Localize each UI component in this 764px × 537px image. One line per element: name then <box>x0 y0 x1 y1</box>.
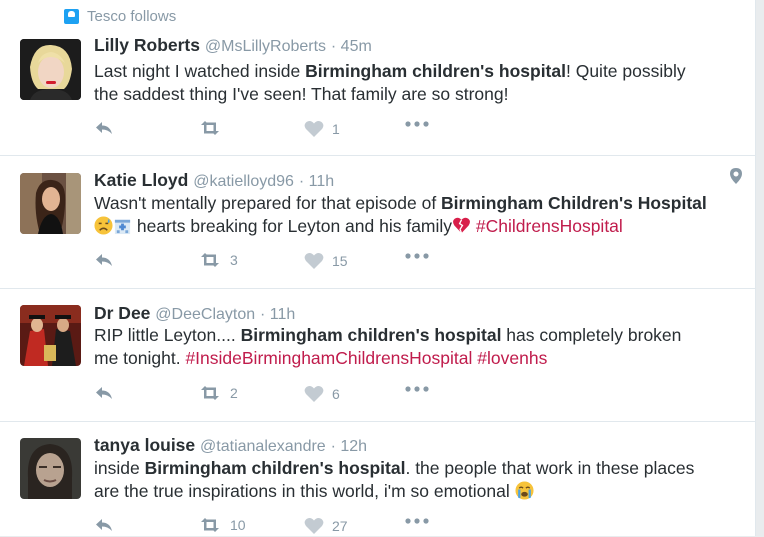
tweet-time[interactable]: · 12h <box>331 438 367 455</box>
like-button[interactable]: 27 <box>304 517 348 535</box>
like-count: 6 <box>332 386 340 402</box>
highlighted-keyword: Birmingham children's hospital <box>240 325 502 345</box>
retweet-count: 10 <box>230 517 246 533</box>
like-count: 15 <box>332 253 348 269</box>
like-button[interactable]: 1 <box>304 120 340 138</box>
more-dots-icon <box>405 386 429 392</box>
avatar[interactable] <box>20 305 81 366</box>
follow-person-icon <box>64 9 79 24</box>
social-context-label: Tesco follows <box>87 8 177 25</box>
reply-icon <box>96 122 112 134</box>
more-button[interactable] <box>404 252 430 260</box>
social-context: Tesco follows <box>64 8 176 25</box>
tweet[interactable]: tanya louise @tatianalexandre · 12h insi… <box>0 422 756 536</box>
author-name[interactable]: Dr Dee <box>94 303 150 323</box>
heart-icon <box>304 253 324 269</box>
tweet-text: Last night I watched inside Birmingham c… <box>94 60 744 106</box>
retweet-button[interactable]: 3 <box>198 252 238 268</box>
avatar[interactable] <box>20 438 81 499</box>
tweet-text-fragment: inside <box>94 458 145 478</box>
author-name[interactable]: Katie Lloyd <box>94 170 188 190</box>
tweet-time[interactable]: · 11h <box>299 173 334 190</box>
disappointed-relieved-emoji <box>94 216 113 236</box>
retweet-icon <box>201 121 219 135</box>
tweet-header: Dr Dee @DeeClayton · 11h <box>94 303 295 324</box>
hashtag-link[interactable]: #ChildrensHospital <box>476 216 623 236</box>
reply-button[interactable] <box>94 385 114 401</box>
reply-icon <box>96 254 112 266</box>
highlighted-keyword: Birmingham children's hospital <box>144 458 406 478</box>
heart-icon <box>304 386 324 402</box>
avatar-tanya-louise <box>20 438 81 499</box>
more-button[interactable] <box>404 120 430 128</box>
avatar-katie-lloyd <box>20 173 81 234</box>
retweet-button[interactable]: 2 <box>198 385 238 401</box>
reply-icon <box>96 519 112 531</box>
tweet-text: inside Birmingham children's hospital. t… <box>94 457 744 503</box>
avatar-lilly-roberts <box>20 39 81 100</box>
tweet-text-fragment: me tonight. <box>94 348 186 368</box>
tweet-header: Katie Lloyd @katielloyd96 · 11h <box>94 170 334 191</box>
retweet-button[interactable]: 10 <box>198 517 246 533</box>
tweet-time[interactable]: · 45m <box>331 38 372 55</box>
more-button[interactable] <box>404 385 430 393</box>
tweet-time[interactable]: · 11h <box>260 306 295 323</box>
tweet-text-fragment: the saddest thing I've seen! That family… <box>94 84 509 104</box>
tweet[interactable]: Tesco follows Lilly Roberts @MsLillyRobe… <box>0 0 756 156</box>
crying-face-emoji <box>515 481 534 501</box>
avatar[interactable] <box>20 39 81 100</box>
tweet-text-fragment: hearts breaking for Leyton and his famil… <box>132 216 453 236</box>
reply-button[interactable] <box>94 120 114 136</box>
more-button[interactable] <box>404 517 430 525</box>
tweet-text-fragment: ! Quite possibly <box>565 61 686 81</box>
avatar[interactable] <box>20 173 81 234</box>
reply-icon <box>96 387 112 399</box>
avatar-dr-dee <box>20 305 81 366</box>
retweet-icon <box>201 253 219 267</box>
tweet-text: Wasn't mentally prepared for that episod… <box>94 192 744 238</box>
location-pin-icon[interactable] <box>730 168 742 184</box>
tweet-text-fragment: has completely broken <box>501 325 682 345</box>
hashtag-link[interactable]: #InsideBirminghamChildrensHospital <box>185 348 472 368</box>
retweet-count: 2 <box>230 385 238 401</box>
author-name[interactable]: tanya louise <box>94 435 195 455</box>
highlighted-keyword: Birmingham Children's Hospital <box>441 193 707 213</box>
author-name[interactable]: Lilly Roberts <box>94 35 200 55</box>
like-button[interactable]: 6 <box>304 385 340 403</box>
timeline: Tesco follows Lilly Roberts @MsLillyRobe… <box>0 0 756 536</box>
author-handle[interactable]: @MsLillyRoberts <box>205 38 326 55</box>
retweet-icon <box>201 518 219 532</box>
more-dots-icon <box>405 518 429 524</box>
retweet-button[interactable] <box>198 120 230 136</box>
hospital-emoji <box>113 216 132 236</box>
more-dots-icon <box>405 121 429 127</box>
tweet-text-fragment: Last night I watched inside <box>94 61 306 81</box>
author-handle[interactable]: @DeeClayton <box>155 306 255 323</box>
retweet-count: 3 <box>230 252 238 268</box>
highlighted-keyword: Birmingham children's hospital <box>305 61 566 81</box>
tweet-header: tanya louise @tatianalexandre · 12h <box>94 435 367 456</box>
tweet-text-fragment: RIP little Leyton.... <box>94 325 241 345</box>
tweet-text-fragment: . the people that work in these places <box>405 458 695 478</box>
tweet-header: Lilly Roberts @MsLillyRoberts · 45m <box>94 35 372 56</box>
tweet-text: RIP little Leyton.... Birmingham childre… <box>94 324 744 370</box>
author-handle[interactable]: @katielloyd96 <box>193 173 294 190</box>
broken-heart-emoji <box>452 216 471 236</box>
tweet[interactable]: Dr Dee @DeeClayton · 11h RIP little Leyt… <box>0 289 756 422</box>
retweet-icon <box>201 386 219 400</box>
tweet-text-fragment: are the true inspirations in this world,… <box>94 481 515 501</box>
reply-button[interactable] <box>94 517 114 533</box>
tweet[interactable]: Katie Lloyd @katielloyd96 · 11h Wasn't m… <box>0 156 756 289</box>
like-count: 27 <box>332 518 348 534</box>
author-handle[interactable]: @tatianalexandre <box>200 438 326 455</box>
hashtag-link[interactable]: #lovenhs <box>477 348 547 368</box>
reply-button[interactable] <box>94 252 114 268</box>
heart-icon <box>304 121 324 137</box>
like-count: 1 <box>332 121 340 137</box>
heart-icon <box>304 518 324 534</box>
tweet-text-fragment: Wasn't mentally prepared for that episod… <box>94 193 442 213</box>
like-button[interactable]: 15 <box>304 252 348 270</box>
more-dots-icon <box>405 253 429 259</box>
